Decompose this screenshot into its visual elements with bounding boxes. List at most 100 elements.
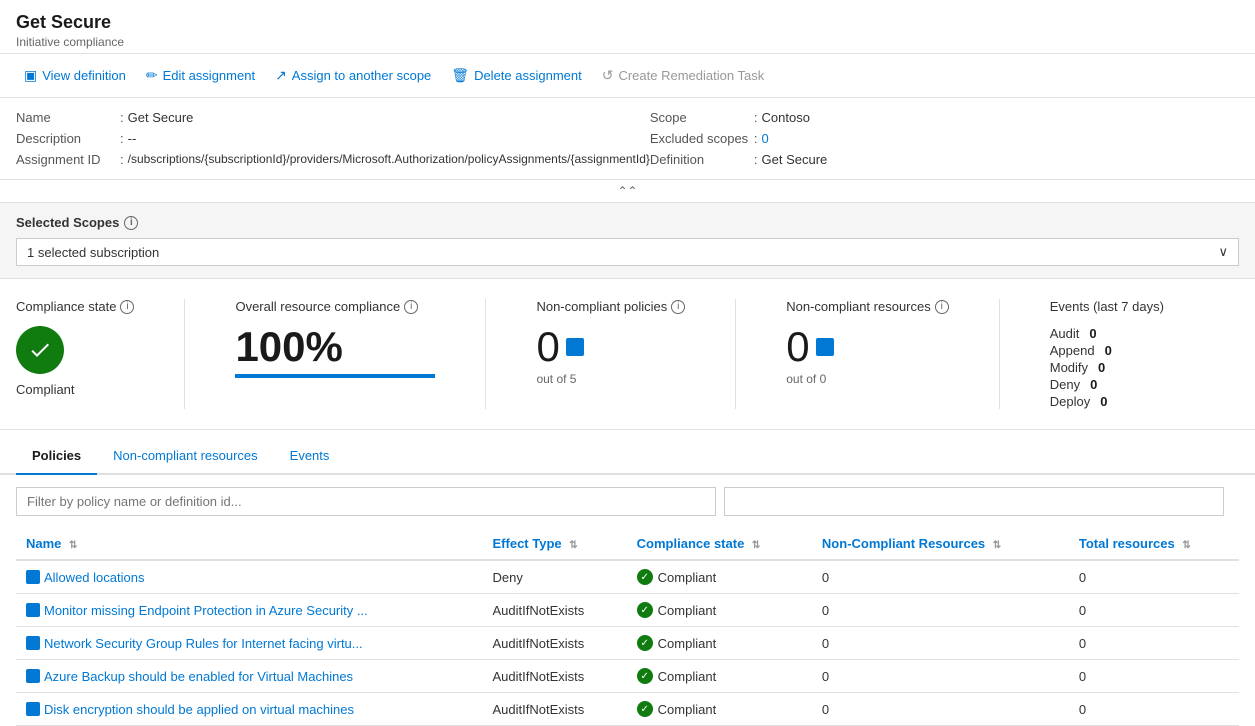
description-row: Description : -- bbox=[16, 131, 650, 146]
compliant-check-icon: ✓ bbox=[637, 602, 653, 618]
sort-icon: ⇅ bbox=[69, 540, 77, 551]
events-list: Audit0Append0Modify0Deny0Deploy0 bbox=[1050, 326, 1164, 409]
compliance-state-cell: ✓Compliant bbox=[627, 627, 812, 660]
total-resources-cell: 0 bbox=[1069, 693, 1239, 726]
noncompliant-policies-title: Non-compliant policies i bbox=[536, 299, 685, 314]
assignment-id-row: Assignment ID : /subscriptions/{subscrip… bbox=[16, 152, 650, 167]
sort-icon: ⇅ bbox=[993, 540, 1001, 551]
compliance-state-filter[interactable]: All compliance states bbox=[724, 487, 1224, 516]
col-header-effect-type[interactable]: Effect Type ⇅ bbox=[483, 528, 627, 560]
effect-type-cell: AuditIfNotExists bbox=[483, 693, 627, 726]
noncompliant-resources-cell: 0 bbox=[812, 594, 1069, 627]
delete-icon: 🗑 bbox=[451, 67, 469, 84]
event-row: Deploy0 bbox=[1050, 394, 1164, 409]
dropdown-chevron-icon: ∨ bbox=[1218, 244, 1228, 260]
noncompliant-resources-cell: 0 bbox=[812, 693, 1069, 726]
policy-name-link[interactable]: Monitor missing Endpoint Protection in A… bbox=[26, 603, 473, 618]
page-title: Get Secure bbox=[16, 12, 1239, 33]
scopes-section: Selected Scopes i 1 selected subscriptio… bbox=[0, 203, 1255, 279]
compliance-label: Compliant bbox=[16, 382, 134, 397]
progress-bar-fill bbox=[235, 374, 435, 378]
compliance-state-info-icon[interactable]: i bbox=[120, 300, 134, 314]
excluded-scopes-row: Excluded scopes : 0 bbox=[650, 131, 1239, 146]
scope-row: Scope : Contoso bbox=[650, 110, 1239, 125]
table-row: Allowed locationsDeny✓Compliant00 bbox=[16, 560, 1239, 594]
view-definition-button[interactable]: ▣ View definition bbox=[16, 62, 134, 89]
policy-row-icon bbox=[26, 603, 40, 617]
sort-icon: ⇅ bbox=[569, 540, 577, 551]
policy-row-icon bbox=[26, 702, 40, 716]
effect-type-cell: Deny bbox=[483, 560, 627, 594]
policy-row-icon bbox=[26, 570, 40, 584]
collapse-button[interactable]: ⌃⌃ bbox=[617, 184, 637, 198]
noncompliant-policies-info-icon[interactable]: i bbox=[671, 300, 685, 314]
progress-bar bbox=[235, 374, 435, 378]
noncompliant-resources-cell: 0 bbox=[812, 627, 1069, 660]
noncompliant-resources-info-icon[interactable]: i bbox=[935, 300, 949, 314]
delete-assignment-button[interactable]: 🗑 Delete assignment bbox=[443, 62, 589, 89]
events-title: Events (last 7 days) bbox=[1050, 299, 1164, 314]
overall-compliance-block: Overall resource compliance i 100% bbox=[235, 299, 435, 378]
edit-assignment-button[interactable]: ✏ Edit assignment bbox=[138, 62, 263, 89]
table-row: Network Security Group Rules for Interne… bbox=[16, 627, 1239, 660]
col-header-compliance-state[interactable]: Compliance state ⇅ bbox=[627, 528, 812, 560]
policy-row-icon bbox=[26, 636, 40, 650]
table-row: Disk encryption should be applied on vir… bbox=[16, 693, 1239, 726]
page-subtitle: Initiative compliance bbox=[16, 35, 1239, 49]
tab-noncompliant-resources[interactable]: Non-compliant resources bbox=[97, 438, 274, 475]
event-row: Audit0 bbox=[1050, 326, 1164, 341]
metadata-section: Name : Get Secure Description : -- Assig… bbox=[0, 98, 1255, 180]
toolbar: ▣ View definition ✏ Edit assignment ↗ As… bbox=[0, 54, 1255, 98]
assign-scope-button[interactable]: ↗ Assign to another scope bbox=[267, 62, 439, 89]
overall-compliance-info-icon[interactable]: i bbox=[404, 300, 418, 314]
compliance-state-cell: ✓Compliant bbox=[627, 594, 812, 627]
policy-name-link[interactable]: Network Security Group Rules for Interne… bbox=[26, 636, 473, 651]
policy-name-link[interactable]: Disk encryption should be applied on vir… bbox=[26, 702, 473, 717]
col-header-noncompliant-resources[interactable]: Non-Compliant Resources ⇅ bbox=[812, 528, 1069, 560]
noncompliant-resources-title: Non-compliant resources i bbox=[786, 299, 949, 314]
table-header: Name ⇅Effect Type ⇅Compliance state ⇅Non… bbox=[16, 528, 1239, 560]
policy-row-icon bbox=[26, 669, 40, 683]
policy-filter-input[interactable] bbox=[16, 487, 716, 516]
compliance-state-cell: ✓Compliant bbox=[627, 693, 812, 726]
compliant-check-icon: ✓ bbox=[637, 701, 653, 717]
sort-icon: ⇅ bbox=[1182, 540, 1190, 551]
collapse-row: ⌃⌃ bbox=[0, 180, 1255, 203]
total-resources-cell: 0 bbox=[1069, 627, 1239, 660]
compliance-state-cell: ✓Compliant bbox=[627, 560, 812, 594]
noncompliant-policies-out-of: out of 5 bbox=[536, 372, 685, 386]
effect-type-cell: AuditIfNotExists bbox=[483, 594, 627, 627]
sort-icon: ⇅ bbox=[752, 540, 760, 551]
policies-table: Name ⇅Effect Type ⇅Compliance state ⇅Non… bbox=[16, 528, 1239, 726]
noncompliant-resources-block: Non-compliant resources i 0 out of 0 bbox=[786, 299, 949, 386]
compliant-icon bbox=[16, 326, 64, 374]
noncompliant-resources-cell: 0 bbox=[812, 560, 1069, 594]
noncompliant-resources-cell: 0 bbox=[812, 660, 1069, 693]
overall-compliance-percent: 100% bbox=[235, 326, 435, 368]
events-block: Events (last 7 days) Audit0Append0Modify… bbox=[1050, 299, 1164, 409]
assign-icon: ↗ bbox=[275, 67, 287, 84]
policy-name-link[interactable]: Azure Backup should be enabled for Virtu… bbox=[26, 669, 473, 684]
compliant-check-icon: ✓ bbox=[637, 668, 653, 684]
definition-row: Definition : Get Secure bbox=[650, 152, 1239, 167]
tab-events[interactable]: Events bbox=[274, 438, 346, 475]
page-header: Get Secure Initiative compliance bbox=[0, 0, 1255, 54]
scope-dropdown[interactable]: 1 selected subscription ∨ bbox=[16, 238, 1239, 266]
tab-policies[interactable]: Policies bbox=[16, 438, 97, 475]
tabs: PoliciesNon-compliant resourcesEvents bbox=[0, 438, 1255, 475]
policies-cube-icon bbox=[566, 338, 584, 356]
compliance-state-block: Compliance state i Compliant bbox=[16, 299, 134, 397]
policy-name-link[interactable]: Allowed locations bbox=[26, 570, 473, 585]
create-remediation-button[interactable]: ↺ Create Remediation Task bbox=[594, 62, 772, 89]
stat-separator-1 bbox=[184, 299, 185, 409]
name-row: Name : Get Secure bbox=[16, 110, 650, 125]
event-row: Deny0 bbox=[1050, 377, 1164, 392]
col-header-total-resources[interactable]: Total resources ⇅ bbox=[1069, 528, 1239, 560]
filters-row: All compliance states bbox=[16, 487, 1239, 516]
table-body: Allowed locationsDeny✓Compliant00Monitor… bbox=[16, 560, 1239, 726]
checkmark-icon bbox=[28, 338, 52, 362]
col-header-name[interactable]: Name ⇅ bbox=[16, 528, 483, 560]
overall-compliance-title: Overall resource compliance i bbox=[235, 299, 435, 314]
table-row: Azure Backup should be enabled for Virtu… bbox=[16, 660, 1239, 693]
scopes-info-icon[interactable]: i bbox=[124, 216, 138, 230]
